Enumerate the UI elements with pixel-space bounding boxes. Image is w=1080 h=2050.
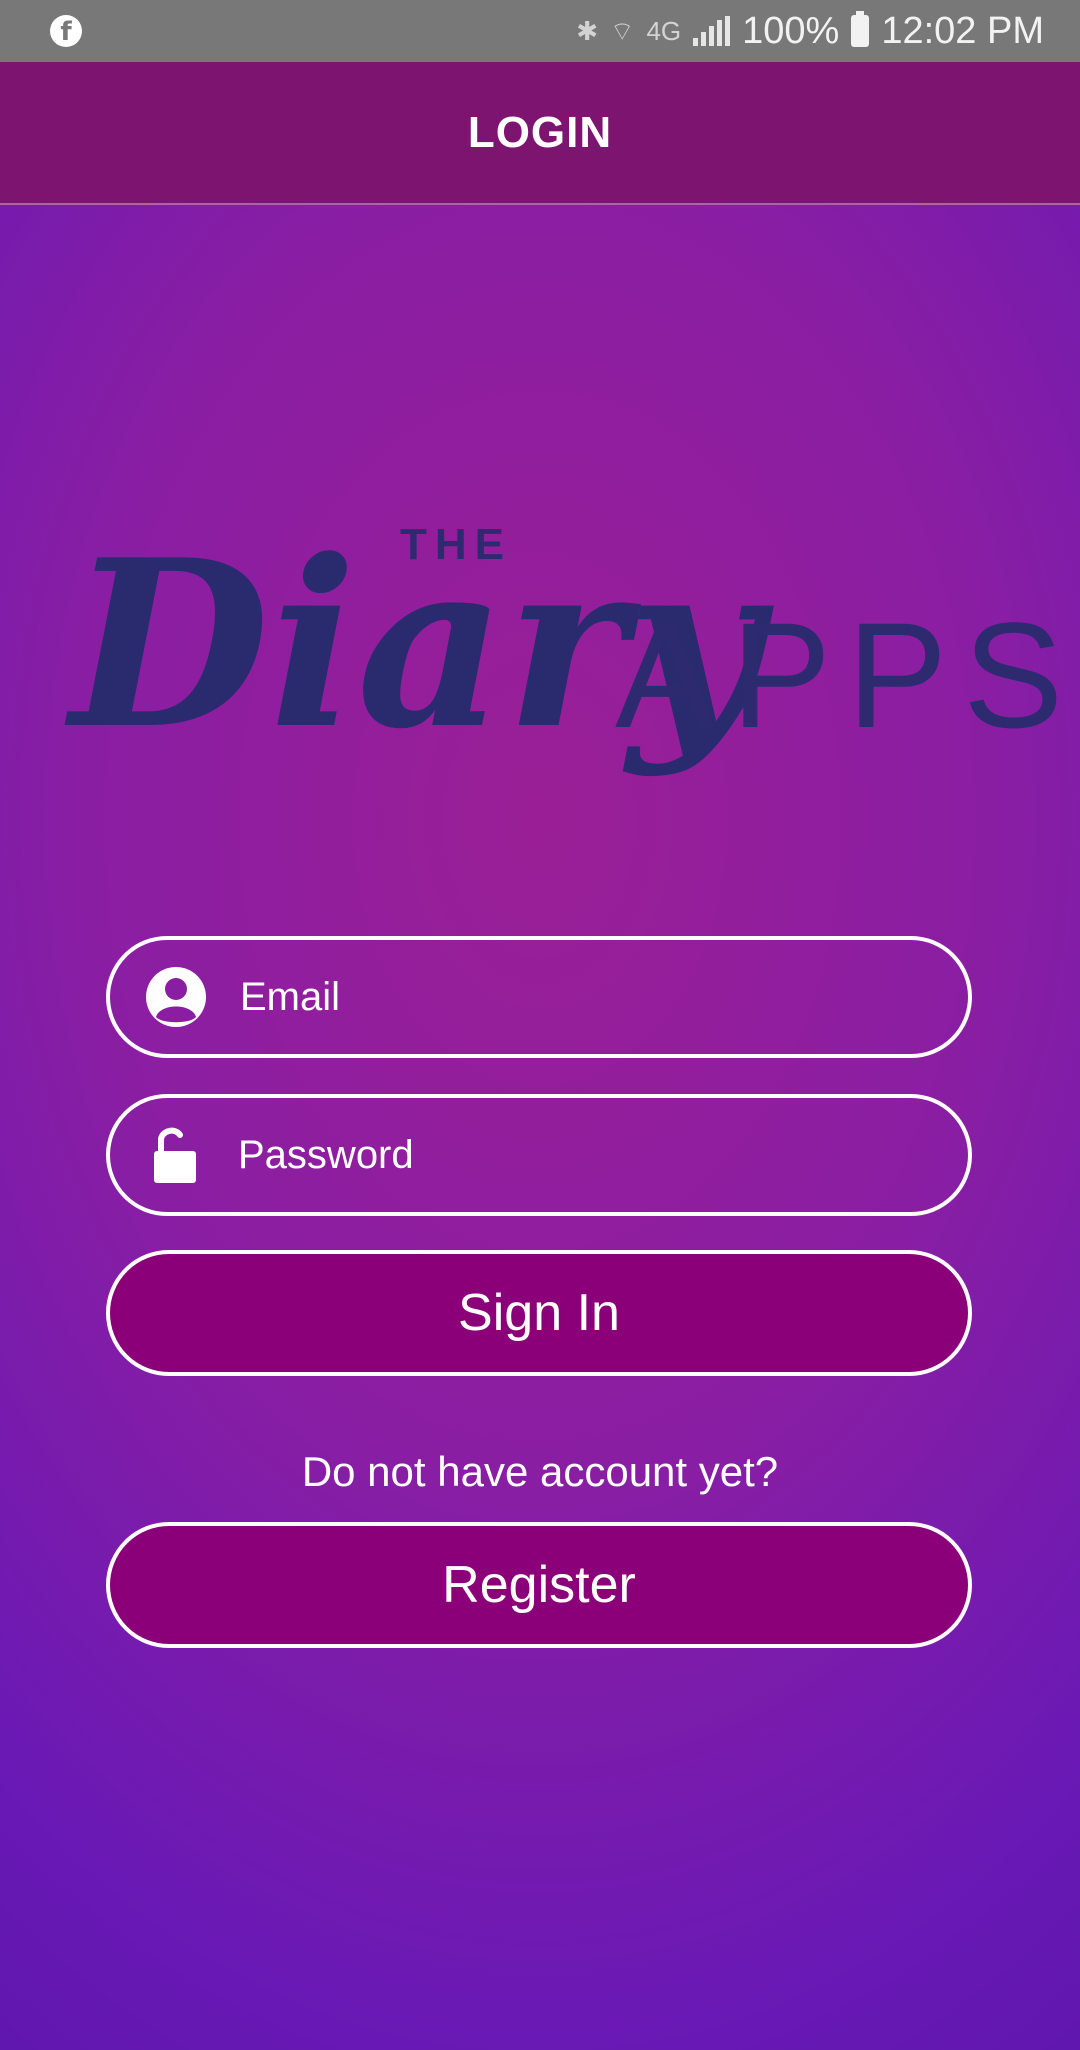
wifi-icon: ⌔: [610, 15, 635, 46]
password-input[interactable]: [236, 1131, 880, 1179]
user-icon: [146, 967, 206, 1027]
login-screen: f ✱ ⌔ 4G 100% 12:02 PM LOGIN THE Diary A…: [0, 0, 1080, 2050]
sign-in-button[interactable]: Sign In: [106, 1250, 972, 1376]
password-field[interactable]: [106, 1094, 972, 1216]
email-input[interactable]: [238, 973, 882, 1021]
app-logo: THE Diary APPS: [60, 520, 1063, 820]
email-field[interactable]: [106, 936, 972, 1058]
status-bar: f ✱ ⌔ 4G 100% 12:02 PM: [0, 0, 1080, 62]
logo-apps: APPS: [615, 591, 1080, 759]
network-type: 4G: [646, 15, 682, 46]
battery-icon: [851, 11, 870, 47]
bluetooth-icon: ✱: [576, 15, 598, 46]
no-account-text: Do not have account yet?: [301, 1448, 779, 1495]
page-title: LOGIN: [467, 107, 613, 157]
signal-icon: [693, 16, 731, 46]
facebook-icon: f: [50, 15, 82, 47]
lock-icon: [154, 1127, 196, 1183]
status-icons: ✱ ⌔ 4G 100% 12:02 PM: [576, 8, 1044, 54]
app-bar: LOGIN: [0, 62, 1080, 205]
clock: 12:02 PM: [881, 9, 1044, 52]
battery-percent: 100%: [742, 9, 840, 52]
register-button[interactable]: Register: [106, 1522, 972, 1648]
